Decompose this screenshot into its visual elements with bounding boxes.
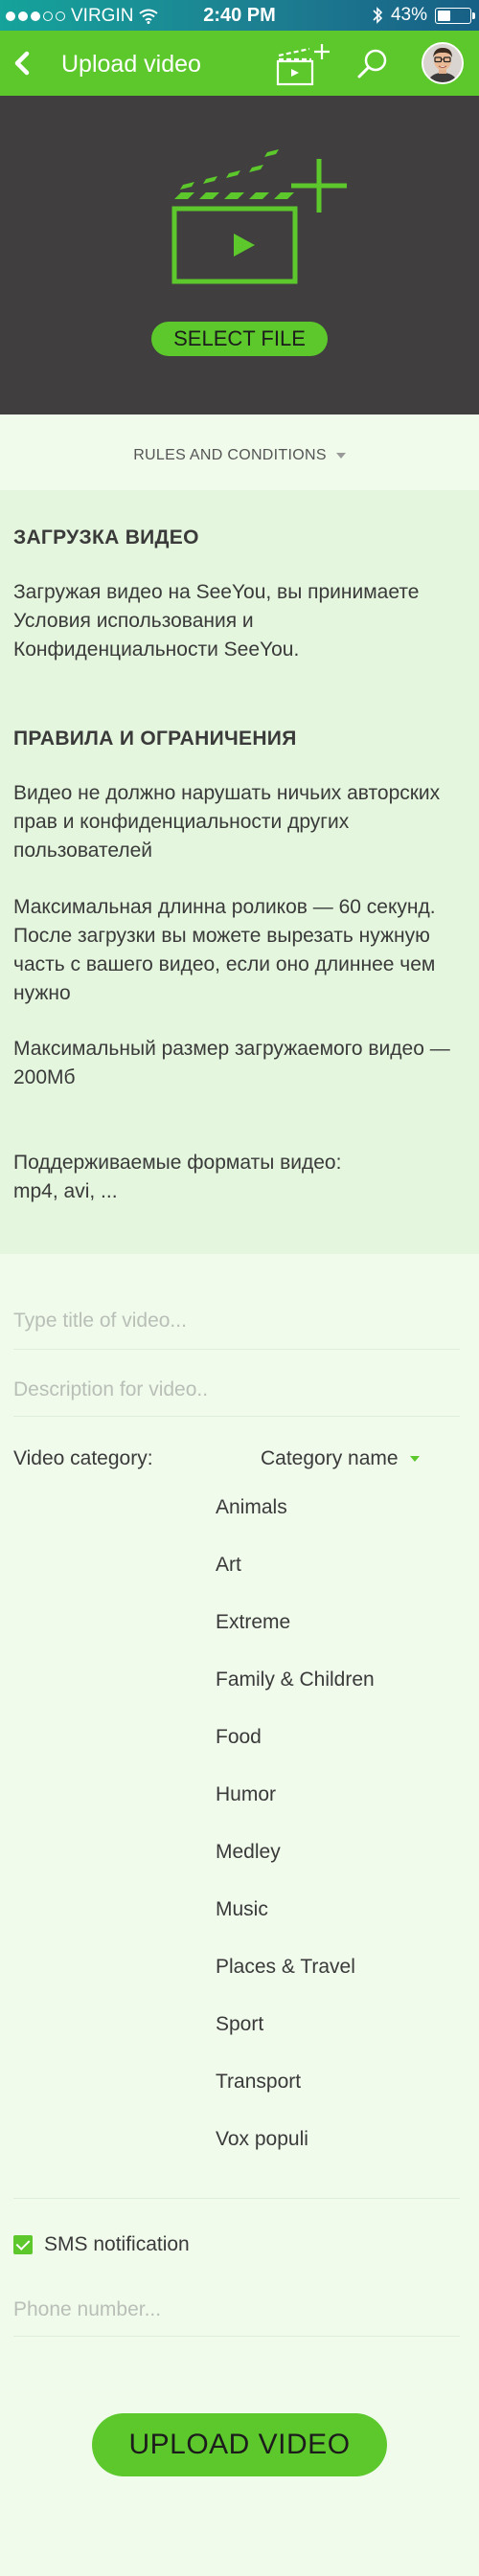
divider — [13, 2198, 460, 2199]
status-right: 43% — [372, 5, 475, 26]
bluetooth-icon — [373, 7, 383, 24]
category-option[interactable]: Places & Travel — [216, 1956, 375, 2013]
category-select[interactable]: Category name — [261, 1447, 420, 1470]
select-file-button[interactable]: SELECT FILE — [151, 322, 328, 356]
description-input[interactable] — [13, 1378, 460, 1401]
video-picker-area: SELECT FILE — [0, 96, 479, 414]
chevron-down-icon — [409, 1456, 420, 1463]
limit-duration-text: Максимальная длинна роликов — 60 секунд.… — [13, 896, 436, 1004]
category-option[interactable]: Art — [216, 1554, 375, 1611]
category-label: Video category: — [13, 1447, 153, 1469]
upload-heading: ЗАГРУЗКА ВИДЕО — [13, 526, 199, 549]
sms-checkbox[interactable] — [13, 2235, 33, 2254]
clapperboard-plus-icon — [171, 149, 347, 284]
category-option[interactable]: Food — [216, 1726, 375, 1783]
status-bar: VIRGIN 2:40 PM 43% — [0, 0, 479, 31]
phone-field — [13, 2298, 460, 2337]
battery-icon — [435, 7, 475, 24]
formats-list: mp4, avi, ... — [13, 1180, 118, 1202]
category-option[interactable]: Medley — [216, 1841, 375, 1898]
sms-notification-toggle[interactable]: SMS notification — [13, 2233, 190, 2256]
video-title-field — [13, 1310, 460, 1350]
nav-bar: Upload video — [0, 31, 479, 96]
category-option[interactable]: Animals — [216, 1496, 375, 1554]
category-option[interactable]: Humor — [216, 1783, 375, 1841]
search-icon[interactable] — [356, 48, 389, 80]
add-video-icon[interactable] — [276, 40, 331, 88]
sms-label: SMS notification — [44, 2233, 190, 2255]
battery-fill — [438, 10, 451, 21]
page-title: Upload video — [61, 51, 201, 78]
category-option[interactable]: Sport — [216, 2013, 375, 2071]
formats-title: Поддерживаемые форматы видео: — [13, 1152, 342, 1174]
rules-panel: ЗАГРУЗКА ВИДЕО Загружая видео на SeeYou,… — [0, 490, 479, 1254]
rules-conditions-toggle[interactable]: RULES AND CONDITIONS — [0, 447, 479, 464]
avatar-image — [423, 44, 462, 82]
avatar[interactable] — [422, 42, 464, 84]
rules-toggle-label: RULES AND CONDITIONS — [133, 447, 327, 463]
description-field — [13, 1378, 460, 1417]
category-option[interactable]: Vox populi — [216, 2128, 375, 2185]
back-arrow-icon[interactable] — [10, 50, 36, 77]
category-option[interactable]: Family & Children — [216, 1669, 375, 1726]
limit-copyright-text: Видео не должно нарушать ничьих авторски… — [13, 782, 441, 862]
category-option[interactable]: Transport — [216, 2071, 375, 2128]
limits-heading: ПРАВИЛА И ОГРАНИЧЕНИЯ — [13, 728, 297, 750]
limit-size-text: Максимальный размер загружаемого видео —… — [13, 1038, 450, 1088]
battery-percent: 43% — [390, 5, 427, 25]
chevron-down-icon — [335, 452, 346, 459]
video-title-input[interactable] — [13, 1310, 460, 1333]
upload-video-button[interactable]: UPLOAD VIDEO — [92, 2413, 387, 2476]
phone-number-input[interactable] — [13, 2298, 460, 2321]
category-options: Animals Art Extreme Family & Children Food Hu… — [216, 1496, 375, 2185]
category-option[interactable]: Music — [216, 1898, 375, 1956]
category-value: Category name — [261, 1447, 399, 1469]
upload-terms-text: Загружая видео на SeeYou, вы принимаете … — [13, 581, 420, 661]
category-option[interactable]: Extreme — [216, 1611, 375, 1669]
